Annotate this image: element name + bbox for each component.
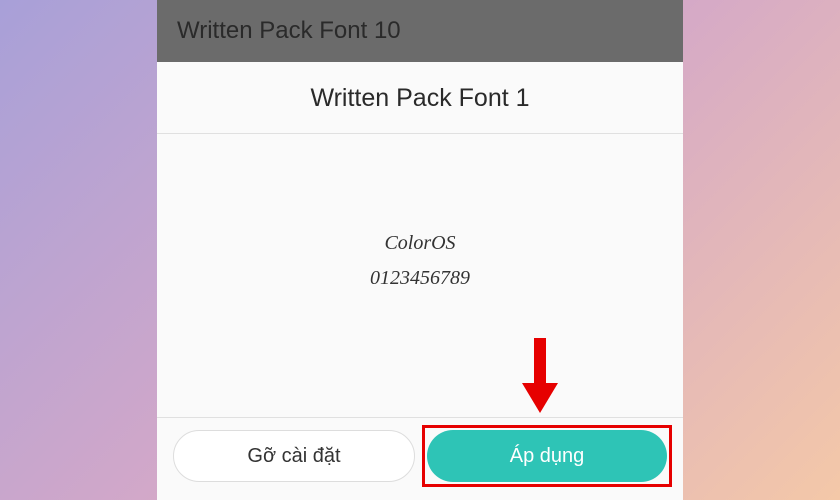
font-preview-area: ColorOS 0123456789 bbox=[157, 134, 683, 417]
header-bar: Written Pack Font 10 bbox=[157, 0, 683, 62]
preview-brand-text: ColorOS bbox=[384, 232, 455, 255]
apply-button[interactable]: Áp dụng bbox=[427, 430, 667, 482]
content-area: Written Pack Font 1 ColorOS 0123456789 G… bbox=[157, 62, 683, 500]
page-title: Written Pack Font 1 bbox=[157, 62, 683, 133]
phone-screen: Written Pack Font 10 Written Pack Font 1… bbox=[157, 0, 683, 500]
header-title: Written Pack Font 10 bbox=[177, 17, 401, 45]
apply-button-wrapper: Áp dụng bbox=[427, 430, 667, 482]
button-row: Gỡ cài đặt Áp dụng bbox=[157, 417, 683, 500]
uninstall-button[interactable]: Gỡ cài đặt bbox=[173, 430, 415, 482]
preview-digits-text: 0123456789 bbox=[370, 267, 470, 290]
